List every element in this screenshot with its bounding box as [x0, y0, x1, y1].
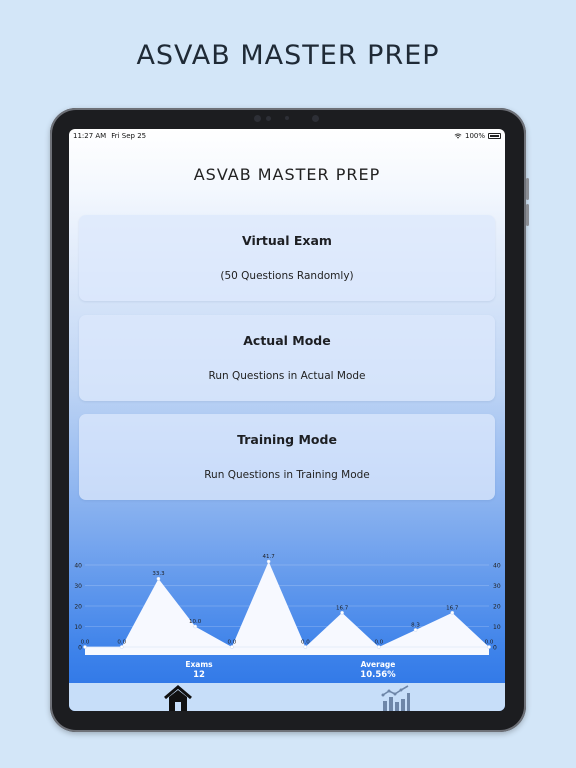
promo-title: ASVAB MASTER PREP	[136, 40, 440, 71]
data-point	[303, 645, 308, 649]
sensor-icon	[266, 116, 271, 121]
data-label: 0.0	[301, 640, 310, 646]
data-point	[266, 559, 271, 564]
data-point	[230, 645, 234, 649]
data-point	[487, 645, 491, 649]
data-point	[193, 624, 198, 629]
app-title: ASVAB MASTER PREP	[193, 165, 381, 184]
y-tick-label-right: 0	[493, 645, 497, 652]
data-label: 33.3	[152, 571, 165, 577]
y-tick-label-left: 40	[74, 563, 82, 570]
average-value: 10.56%	[360, 670, 396, 680]
card-title: Actual Mode	[243, 333, 331, 348]
card-subtitle: Run Questions in Training Mode	[204, 469, 370, 481]
exams-label: Exams	[185, 660, 213, 669]
series-area	[85, 561, 489, 655]
app-screen: 11:27 AM Fri Sep 25 100% ASVAB MASTER PR…	[69, 129, 505, 711]
data-point	[413, 628, 418, 632]
battery-percent: 100%	[464, 132, 485, 140]
camera-icon	[254, 115, 261, 122]
y-tick-label-left: 20	[74, 604, 82, 611]
data-point	[156, 576, 161, 581]
data-point	[119, 645, 124, 649]
data-label: 0.0	[374, 640, 383, 646]
progress-chart: 0 0 10 10 20 20 30 30 40 40 0.0 0.0 33.3 10.0 0.0 41.7 0…	[69, 549, 505, 655]
data-label: 0.0	[485, 640, 494, 646]
data-label: 41.7	[263, 554, 276, 560]
training-mode-button[interactable]: Training Mode Run Questions in Training …	[79, 414, 495, 500]
y-tick-label-right: 10	[493, 624, 501, 631]
data-point	[340, 610, 344, 615]
stats-summary: Exams 12 Average 10.56%	[69, 660, 505, 684]
virtual-exam-button[interactable]: Virtual Exam (50 Questions Randomly)	[79, 215, 495, 301]
y-tick-label-left: 30	[74, 583, 82, 590]
exams-stat: Exams 12	[169, 660, 229, 680]
camera-bar	[50, 115, 526, 123]
average-stat: Average 10.56%	[348, 660, 408, 680]
status-time: 11:27 AM	[73, 132, 107, 140]
data-label: 10.0	[189, 619, 202, 625]
tab-bar	[69, 683, 505, 711]
actual-mode-button[interactable]: Actual Mode Run Questions in Actual Mode	[79, 315, 495, 401]
y-tick-label-left: 0	[78, 645, 82, 652]
y-tick-label-right: 20	[493, 604, 501, 611]
side-button	[526, 178, 529, 200]
data-point	[450, 610, 455, 615]
tab-home[interactable]	[69, 683, 287, 711]
tab-stats[interactable]	[287, 683, 505, 711]
status-date: Fri Sep 25	[111, 132, 147, 140]
bar-chart-icon	[381, 685, 410, 711]
data-label: 0.0	[228, 640, 237, 646]
side-button	[526, 204, 529, 226]
progress-chart-svg: 0 0 10 10 20 20 30 30 40 40 0.0 0.0 33.3 10.0 0.0 41.7 0…	[74, 554, 501, 655]
data-label: 16.7	[446, 605, 459, 611]
data-label: 8.3	[411, 622, 420, 628]
card-subtitle: (50 Questions Randomly)	[220, 270, 354, 282]
y-tick-label-left: 10	[74, 624, 82, 631]
y-tick-label-right: 40	[493, 563, 501, 570]
average-label: Average	[360, 660, 396, 669]
battery-icon	[488, 133, 501, 139]
data-label: 0.0	[81, 640, 90, 646]
card-subtitle: Run Questions in Actual Mode	[208, 370, 366, 382]
data-point	[83, 645, 87, 649]
sensor-icon	[312, 115, 319, 122]
data-point	[376, 645, 381, 649]
data-label: 0.0	[117, 640, 126, 646]
tablet-frame: 11:27 AM Fri Sep 25 100% ASVAB MASTER PR…	[50, 108, 529, 732]
data-label: 16.7	[336, 605, 349, 611]
card-title: Virtual Exam	[242, 233, 332, 248]
status-bar: 11:27 AM Fri Sep 25 100%	[69, 129, 505, 143]
card-title: Training Mode	[237, 432, 337, 447]
exams-value: 12	[193, 670, 205, 680]
wifi-icon	[454, 133, 462, 139]
sensor-icon	[285, 116, 289, 120]
home-icon	[164, 685, 192, 711]
y-tick-label-right: 30	[493, 583, 501, 590]
